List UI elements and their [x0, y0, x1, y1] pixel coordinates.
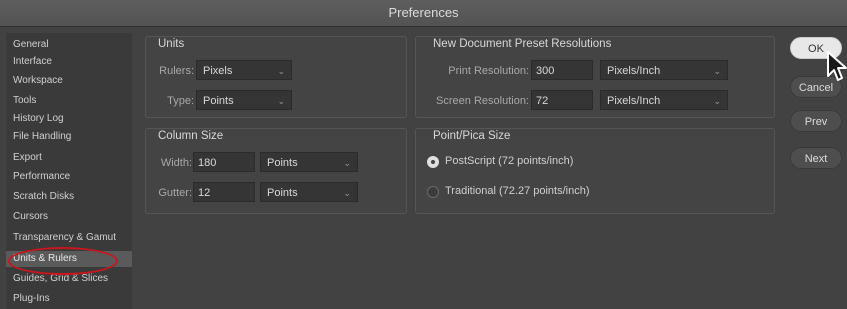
width-input[interactable]: 180	[193, 152, 255, 172]
dialog-title: Preferences	[0, 0, 847, 27]
preferences-dialog: Preferences General Interface Workspace …	[0, 0, 847, 309]
cancel-button[interactable]: Cancel	[790, 76, 842, 98]
sidebar-item-workspace[interactable]: Workspace	[13, 73, 131, 89]
sidebar-item-cursors[interactable]: Cursors	[13, 209, 131, 225]
chevron-down-icon: ⌄	[343, 188, 351, 198]
ok-button[interactable]: OK	[790, 37, 842, 59]
gutter-input[interactable]: 12	[193, 182, 255, 202]
type-value: Points	[203, 95, 234, 107]
sidebar-item-tools[interactable]: Tools	[13, 93, 131, 109]
type-label: Type:	[167, 95, 194, 107]
traditional-radio-label[interactable]: Traditional (72.27 points/inch)	[445, 185, 590, 197]
sidebar: General Interface Workspace Tools Histor…	[6, 33, 132, 309]
screen-resolution-input[interactable]: 72	[531, 90, 593, 110]
print-resolution-input[interactable]: 300	[531, 60, 593, 80]
sidebar-item-performance[interactable]: Performance	[13, 169, 131, 185]
width-unit-value: Points	[267, 157, 298, 169]
chevron-down-icon: ⌄	[713, 96, 721, 106]
postscript-radio-label[interactable]: PostScript (72 points/inch)	[445, 155, 573, 167]
sidebar-item-interface[interactable]: Interface	[13, 54, 131, 70]
chevron-down-icon: ⌄	[277, 66, 285, 76]
point-pica-title: Point/Pica Size	[433, 130, 511, 142]
screen-resolution-unit-value: Pixels/Inch	[607, 95, 661, 107]
prev-button[interactable]: Prev	[790, 110, 842, 132]
next-button[interactable]: Next	[790, 147, 842, 169]
type-select[interactable]: Points ⌄	[196, 90, 292, 110]
print-resolution-unit-value: Pixels/Inch	[607, 65, 661, 77]
sidebar-item-plug-ins[interactable]: Plug-Ins	[13, 291, 131, 307]
traditional-radio[interactable]	[427, 186, 439, 198]
screen-resolution-unit-select[interactable]: Pixels/Inch ⌄	[600, 90, 728, 110]
width-unit-select[interactable]: Points ⌄	[260, 152, 358, 172]
gutter-unit-select[interactable]: Points ⌄	[260, 182, 358, 202]
sidebar-item-file-handling[interactable]: File Handling	[13, 129, 131, 145]
rulers-label: Rulers:	[159, 65, 194, 77]
rulers-select[interactable]: Pixels ⌄	[196, 60, 292, 80]
print-resolution-unit-select[interactable]: Pixels/Inch ⌄	[600, 60, 728, 80]
chevron-down-icon: ⌄	[277, 96, 285, 106]
sidebar-item-history-log[interactable]: History Log	[13, 111, 131, 127]
screen-resolution-label: Screen Resolution:	[436, 95, 529, 107]
chevron-down-icon: ⌄	[343, 158, 351, 168]
sidebar-item-scratch-disks[interactable]: Scratch Disks	[13, 189, 131, 205]
sidebar-item-general[interactable]: General	[13, 37, 131, 53]
units-title: Units	[158, 38, 185, 50]
postscript-radio[interactable]	[427, 156, 439, 168]
sidebar-item-units-rulers[interactable]: Units & Rulers	[6, 251, 132, 267]
column-size-title: Column Size	[158, 130, 224, 142]
width-label: Width:	[160, 157, 192, 169]
gutter-unit-value: Points	[267, 187, 298, 199]
print-resolution-label: Print Resolution:	[448, 65, 529, 77]
gutter-label: Gutter:	[158, 187, 192, 199]
rulers-value: Pixels	[203, 65, 233, 77]
resolutions-title: New Document Preset Resolutions	[433, 38, 612, 50]
chevron-down-icon: ⌄	[713, 66, 721, 76]
sidebar-item-transparency-gamut[interactable]: Transparency & Gamut	[13, 230, 131, 246]
sidebar-item-guides-grid-slices[interactable]: Guides, Grid & Slices	[13, 271, 131, 287]
sidebar-item-export[interactable]: Export	[13, 150, 131, 166]
